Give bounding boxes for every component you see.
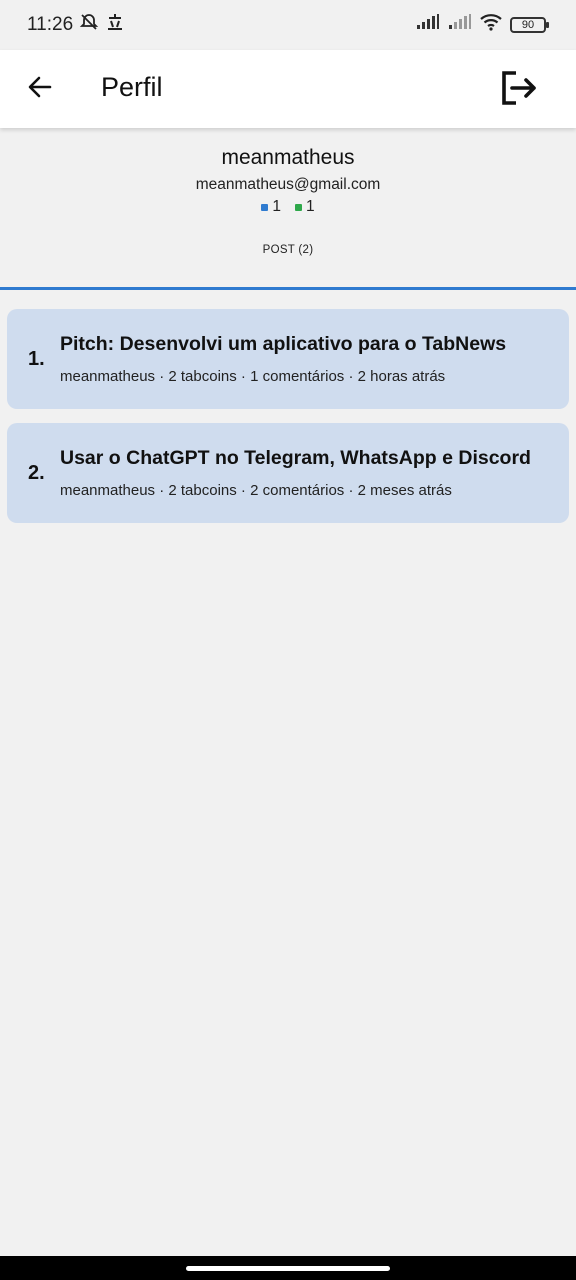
profile-username: meanmatheus bbox=[221, 146, 355, 169]
post-number: 1. bbox=[28, 348, 45, 370]
app-bar: Perfil bbox=[0, 50, 576, 128]
post-meta: meanmatheus · 2 tabcoins · 2 comentários… bbox=[60, 482, 452, 499]
tabcash-value: 1 bbox=[306, 198, 315, 215]
status-right: 90 bbox=[416, 13, 549, 37]
battery-icon: 90 bbox=[510, 17, 549, 33]
tab-indicator bbox=[0, 287, 576, 290]
tabcoins-stat: 1 bbox=[261, 198, 281, 216]
tab-post[interactable]: POST (2) bbox=[0, 244, 576, 256]
post-title: Pitch: Desenvolvi um aplicativo para o T… bbox=[60, 333, 507, 355]
alarm-off-icon bbox=[79, 12, 99, 38]
profile-header: meanmatheus meanmatheus@gmail.com 1 1 PO… bbox=[0, 128, 576, 288]
post-title: Usar o ChatGPT no Telegram, WhatsApp e D… bbox=[60, 447, 531, 469]
logout-icon bbox=[500, 70, 540, 111]
status-bar: 11:26 90 bbox=[0, 0, 576, 50]
signal-icon bbox=[416, 14, 440, 36]
profile-stats: 1 1 bbox=[0, 198, 576, 216]
system-nav-bar bbox=[0, 1256, 576, 1280]
post-meta: meanmatheus · 2 tabcoins · 1 comentários… bbox=[60, 368, 446, 385]
post-item[interactable]: 2. Usar o ChatGPT no Telegram, WhatsApp … bbox=[7, 423, 569, 523]
status-time: 11:26 bbox=[27, 14, 74, 35]
tabcoins-value: 1 bbox=[272, 198, 281, 215]
post-number: 2. bbox=[28, 462, 45, 484]
arrow-left-icon bbox=[26, 73, 54, 106]
tabcash-stat: 1 bbox=[295, 198, 315, 216]
logout-button[interactable] bbox=[498, 68, 542, 112]
home-handle[interactable] bbox=[186, 1266, 390, 1271]
tabcash-dot-icon bbox=[295, 203, 302, 211]
wifi-icon bbox=[480, 13, 502, 37]
post-item[interactable]: 1. Pitch: Desenvolvi um aplicativo para … bbox=[7, 309, 569, 409]
status-left: 11:26 bbox=[27, 12, 125, 38]
tabcoins-dot-icon bbox=[261, 203, 269, 211]
signal-weak-icon bbox=[448, 14, 472, 36]
post-list: 1. Pitch: Desenvolvi um aplicativo para … bbox=[7, 309, 569, 537]
profile-email: meanmatheus@gmail.com bbox=[195, 176, 381, 193]
notification-icon bbox=[105, 12, 125, 38]
back-button[interactable] bbox=[20, 69, 60, 109]
page-title: Perfil bbox=[101, 72, 163, 102]
